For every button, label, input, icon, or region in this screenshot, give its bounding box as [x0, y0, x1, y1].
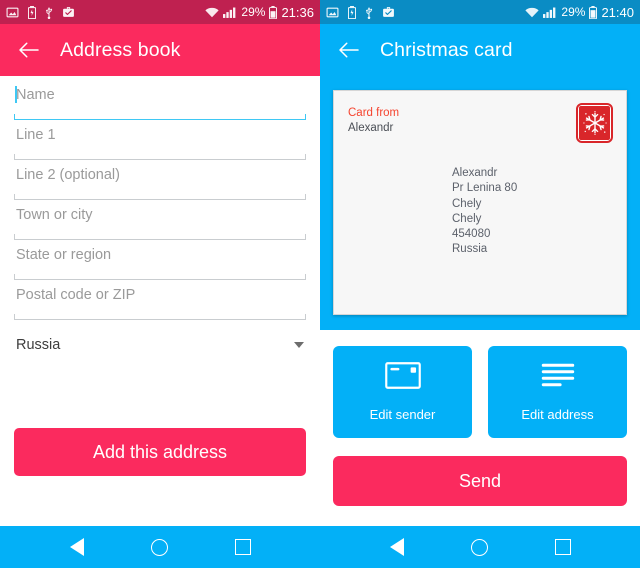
address-book-screen: 29% 21:36 Address book Name Line 1 Line …: [0, 0, 320, 568]
field-postal-placeholder: Postal code or ZIP: [16, 287, 136, 303]
status-bar-right-right-screen: 29% 21:40: [525, 4, 634, 20]
card-from-name: Alexandr: [348, 122, 394, 134]
battery-percent-left: 29%: [241, 5, 266, 19]
text-caret: [15, 86, 17, 103]
field-state-placeholder: State or region: [16, 247, 112, 263]
recipient-address-block: Alexandr Pr Lenina 80 Chely Chely 454080…: [452, 166, 517, 258]
field-state-or-region[interactable]: State or region: [14, 240, 306, 280]
address-form: Name Line 1 Line 2 (optional) Town or ci…: [0, 76, 320, 410]
field-line-1-placeholder: Line 1: [16, 127, 56, 143]
app-bar-christmas-card: Christmas card: [320, 24, 640, 76]
field-postal-code[interactable]: Postal code or ZIP: [14, 280, 306, 320]
field-line-1[interactable]: Line 1: [14, 120, 306, 160]
usb-icon: [365, 5, 373, 19]
battery-status-icon: [28, 5, 36, 19]
nav-back-triangle-icon[interactable]: [60, 530, 94, 564]
field-line-2-placeholder: Line 2 (optional): [16, 167, 120, 183]
page-title: Address book: [60, 38, 181, 61]
wifi-icon: [205, 7, 220, 18]
right-spacer: [320, 506, 640, 520]
address-line: Alexandr: [452, 167, 498, 179]
nav-recents-square-icon[interactable]: [226, 530, 260, 564]
send-button-wrap: Send: [320, 438, 640, 506]
country-select[interactable]: Russia: [14, 324, 306, 366]
edit-address-label: Edit address: [521, 407, 594, 422]
nav-home-circle-icon[interactable]: [463, 530, 497, 564]
image-icon: [6, 6, 19, 19]
card-from-label: Card from: [348, 107, 400, 119]
address-line: Chely: [452, 212, 482, 225]
battery-status-icon: [348, 5, 356, 19]
nav-back-triangle-icon[interactable]: [380, 530, 414, 564]
field-underline: [14, 314, 306, 320]
edit-tiles-row: Edit sender Edit address: [320, 330, 640, 438]
christmas-card-screen: 29% 21:40 Christmas card Card from Alexa…: [320, 0, 640, 568]
battery-icon: [269, 5, 278, 19]
dual-screenshot-container: 29% 21:36 Address book Name Line 1 Line …: [0, 0, 640, 568]
snowflake-stamp-icon: [576, 103, 613, 143]
status-bar-left: 29% 21:36: [0, 0, 320, 24]
cellular-signal-icon: [223, 7, 237, 18]
card-preview[interactable]: Card from Alexandr Alexandr Pr Lenina 80…: [333, 90, 627, 315]
nav-home-circle-icon[interactable]: [143, 530, 177, 564]
field-line-2[interactable]: Line 2 (optional): [14, 160, 306, 200]
android-nav-bar-right: [320, 526, 640, 568]
status-bar-right-icons: [326, 5, 395, 19]
address-line: 454080: [452, 228, 491, 241]
nav-recents-square-icon[interactable]: [546, 530, 580, 564]
wifi-icon: [525, 7, 540, 18]
left-spacer: [0, 476, 320, 520]
address-lines-icon: [540, 362, 576, 394]
status-bar-right-left-screen: 29% 21:36: [205, 4, 314, 20]
address-line: Pr Lenina 80: [452, 182, 518, 195]
back-arrow-icon[interactable]: [14, 35, 44, 65]
usb-icon: [45, 5, 53, 19]
app-bar-address-book: Address book: [0, 24, 320, 76]
android-nav-bar-left: [0, 526, 320, 568]
chevron-down-icon: [294, 342, 304, 348]
work-profile-icon: [382, 6, 395, 18]
cellular-signal-icon: [543, 7, 557, 18]
address-line: Chely: [452, 197, 482, 210]
edit-sender-button[interactable]: Edit sender: [333, 346, 472, 438]
field-town-placeholder: Town or city: [16, 207, 93, 223]
clock-left: 21:36: [281, 4, 314, 20]
country-select-value: Russia: [16, 337, 61, 353]
add-this-address-button[interactable]: Add this address: [14, 428, 306, 476]
work-profile-icon: [62, 6, 75, 18]
page-title: Christmas card: [380, 38, 513, 61]
field-town-or-city[interactable]: Town or city: [14, 200, 306, 240]
postcard-icon: [384, 362, 421, 394]
image-icon: [326, 6, 339, 19]
back-arrow-icon[interactable]: [334, 35, 364, 65]
status-bar-left-icons: [6, 5, 75, 19]
status-bar-right: 29% 21:40: [320, 0, 640, 24]
card-preview-stage: Card from Alexandr Alexandr Pr Lenina 80…: [320, 76, 640, 330]
edit-address-button[interactable]: Edit address: [488, 346, 627, 438]
battery-percent-right: 29%: [561, 5, 586, 19]
address-line: Russia: [452, 243, 488, 256]
battery-icon: [589, 5, 598, 19]
edit-sender-label: Edit sender: [369, 407, 436, 422]
send-button[interactable]: Send: [333, 456, 627, 506]
field-name-placeholder: Name: [16, 87, 55, 103]
field-name[interactable]: Name: [14, 80, 306, 120]
clock-right: 21:40: [601, 4, 634, 20]
